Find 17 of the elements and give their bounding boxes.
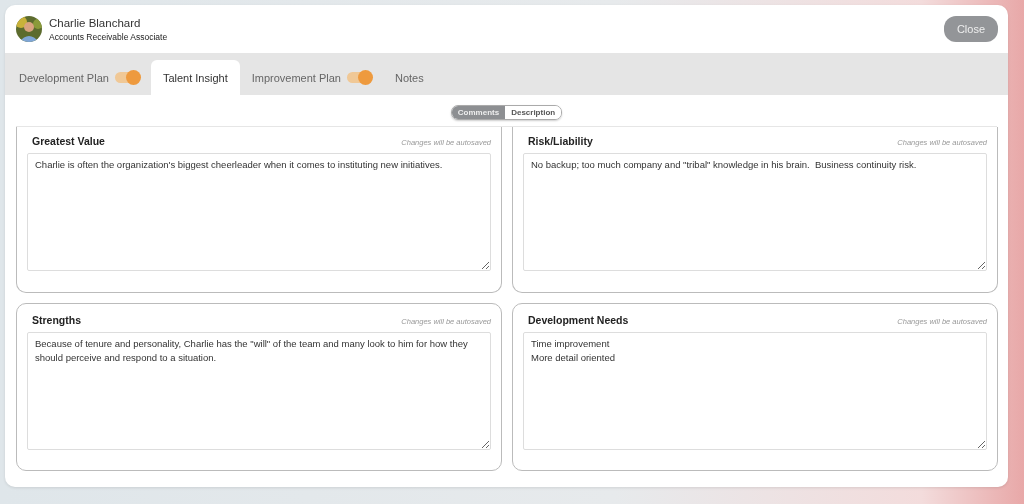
card-title: Strengths <box>32 314 81 326</box>
tab[interactable]: Notes <box>383 60 436 95</box>
tab[interactable]: Improvement Plan <box>239 60 383 95</box>
segment-button[interactable]: Description <box>505 106 562 119</box>
comment-field[interactable]: No backup; too much company and "tribal" knowledge in his brain. Business continuity risk. <box>523 153 987 271</box>
job-title: Accounts Receivable Associate <box>49 31 169 42</box>
card-title: Greatest Value <box>32 135 105 147</box>
card-title: Risk/Liability <box>528 135 593 147</box>
toggle-switch[interactable] <box>114 72 139 83</box>
tab[interactable]: Development Plan <box>7 60 151 95</box>
person-name: Charlie Blanchard <box>49 16 142 29</box>
card-title: Development Needs <box>528 314 629 326</box>
tab[interactable]: Talent Insight <box>150 60 240 95</box>
comment-field[interactable]: Charlie is often the organization's biggest cheerleader when it comes to instituting new initiatives. <box>27 153 491 271</box>
comment-field[interactable]: Because of tenure and personality, Charlie has the "will" of the team and many look to him for how they should perceive and respond to a situation. <box>27 332 491 450</box>
toggle-switch[interactable] <box>347 72 371 83</box>
comment-field[interactable]: Time improvement More detail oriented <box>523 332 987 450</box>
